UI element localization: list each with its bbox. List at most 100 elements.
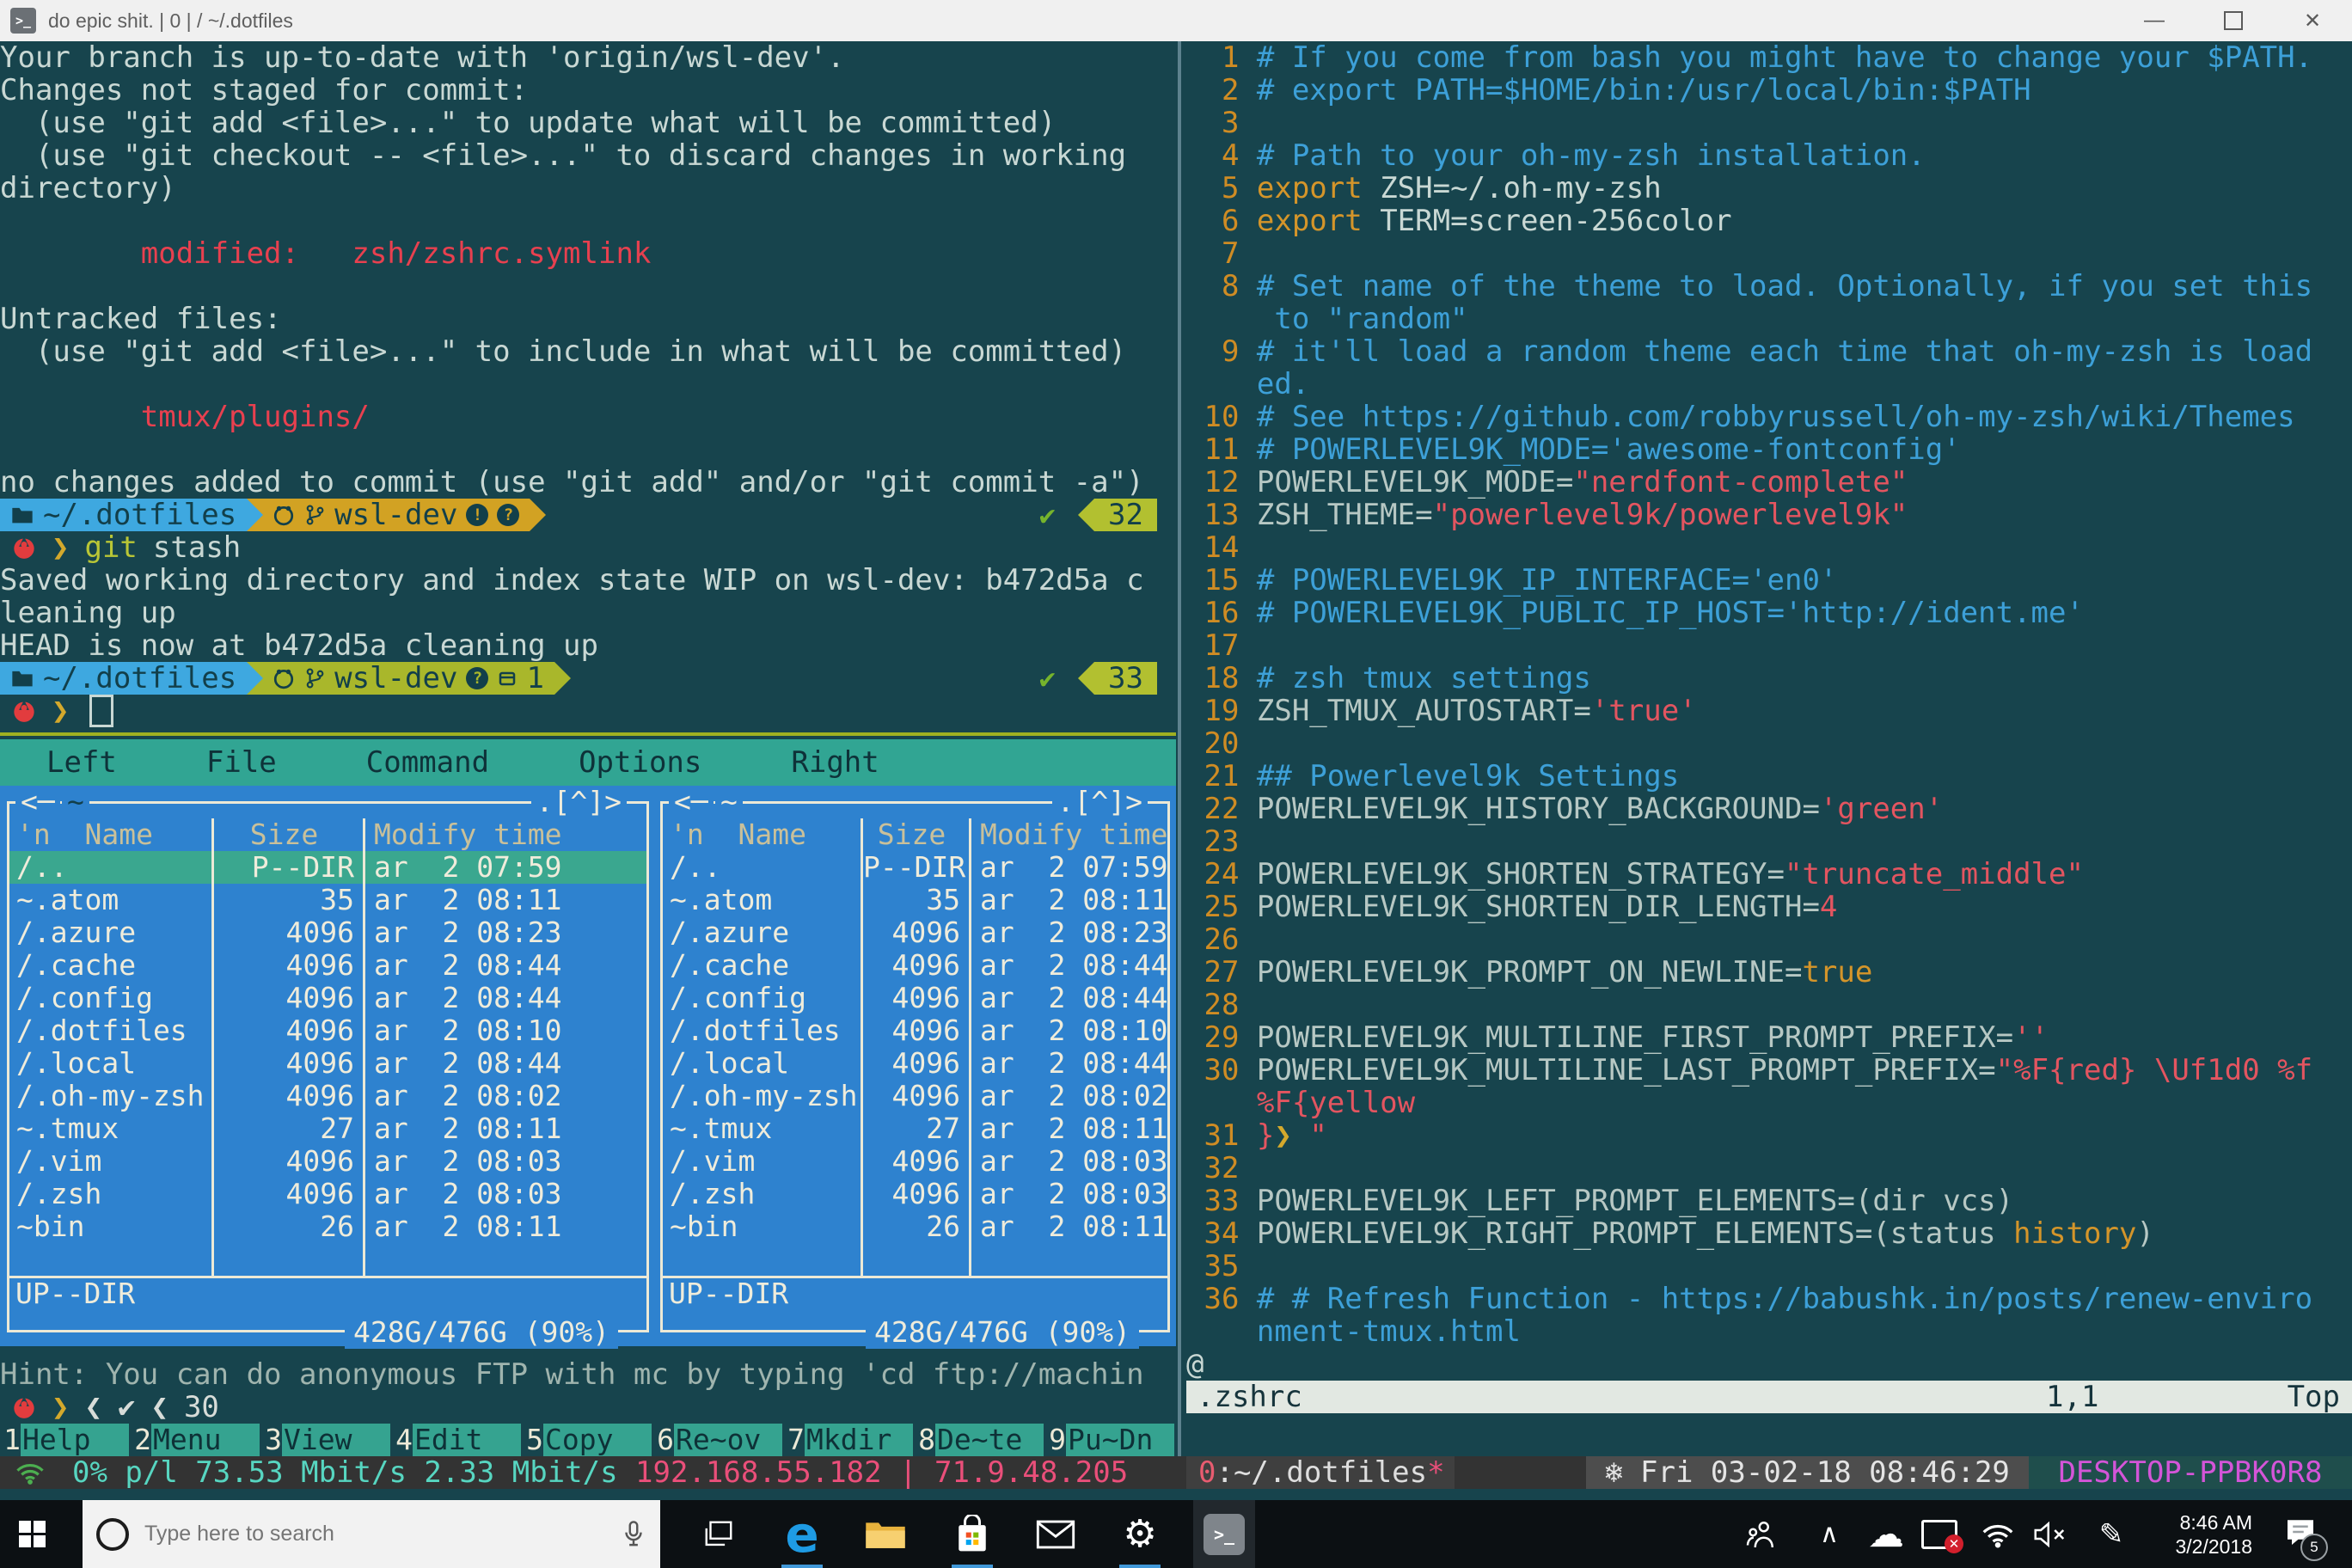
taskbar-search[interactable]: [83, 1500, 660, 1568]
close-button[interactable]: ✕: [2273, 0, 2352, 41]
mc-menu-item-options[interactable]: Options: [579, 745, 701, 780]
mc-fkey-help[interactable]: 1 Help: [0, 1424, 131, 1456]
desktop: >_ do epic shit. | 0 | / ~/.dotfiles — ✕…: [0, 0, 2352, 1568]
mc-file-row[interactable]: /.local 4096 ar 2 08:44: [9, 1047, 646, 1080]
mc-file-row[interactable]: ~bin 26 ar 2 08:11: [663, 1210, 1168, 1243]
taskbar-settings[interactable]: ⚙: [1109, 1500, 1171, 1568]
mc-file-row[interactable]: /.oh-my-zsh 4096 ar 2 08:02: [663, 1080, 1168, 1112]
terminal-window[interactable]: Your branch is up-to-date with 'origin/w…: [0, 41, 2352, 1500]
prompt-dir-segment: ~/.dotfiles: [0, 661, 248, 695]
tray-pen[interactable]: ✎: [2080, 1500, 2142, 1568]
vim-filename: .zshrc: [1197, 1380, 1302, 1414]
mc-file-row[interactable]: /.. P--DIR ar 2 07:59: [9, 851, 646, 884]
mc-menu-item-right[interactable]: Right: [791, 745, 879, 780]
mc-file-row[interactable]: [663, 1243, 1167, 1276]
running-indicator: [781, 1565, 823, 1568]
mc-left-panel[interactable]: <─ ~ .[^]> 'n Name Size Modify time /.. P…: [7, 786, 649, 1349]
microphone-icon[interactable]: [622, 1520, 645, 1549]
start-button[interactable]: [0, 1500, 64, 1568]
tmux-window-tab[interactable]: 0:~/.dotfiles*: [1186, 1456, 1455, 1489]
restore-button[interactable]: [2194, 0, 2273, 41]
action-center-button[interactable]: 5: [2269, 1500, 2331, 1568]
notification-badge: 5: [2300, 1534, 2328, 1561]
mc-menu-item-left[interactable]: Left: [46, 745, 117, 780]
mc-file-row[interactable]: /.zsh 4096 ar 2 08:03: [9, 1178, 646, 1210]
tmux-pane-border-horizontal[interactable]: [0, 732, 1176, 736]
terminal-icon: >_: [1204, 1513, 1245, 1555]
mc-column-headers[interactable]: 'n Name Size Modify time: [9, 818, 646, 851]
git-branch-icon: [306, 668, 324, 689]
mc-menu-item-command[interactable]: Command: [366, 745, 489, 780]
taskbar-mail[interactable]: [1025, 1500, 1087, 1568]
mc-file-row[interactable]: /.cache 4096 ar 2 08:44: [9, 949, 646, 982]
mc-fkey-menu[interactable]: 2 Menu: [131, 1424, 261, 1456]
mc-file-row[interactable]: /.azure 4096 ar 2 08:23: [663, 916, 1168, 949]
mc-file-row[interactable]: /.oh-my-zsh 4096 ar 2 08:02: [9, 1080, 646, 1112]
tray-display-error[interactable]: ✕: [1908, 1500, 1970, 1568]
mc-file-row[interactable]: [9, 1243, 646, 1276]
mc-file-row[interactable]: ~bin 26 ar 2 08:11: [9, 1210, 646, 1243]
mc-file-row[interactable]: /.dotfiles 4096 ar 2 08:10: [9, 1014, 646, 1047]
task-view-icon: [705, 1521, 732, 1546]
search-input[interactable]: [143, 1521, 622, 1547]
tray-volume-muted[interactable]: [2018, 1500, 2080, 1568]
mc-file-row[interactable]: /.zsh 4096 ar 2 08:03: [663, 1178, 1168, 1210]
mc-file-row[interactable]: /.azure 4096 ar 2 08:23: [9, 916, 646, 949]
taskbar-file-explorer[interactable]: [854, 1500, 916, 1568]
tray-chevron[interactable]: ∧: [1798, 1500, 1860, 1568]
github-icon: [274, 505, 294, 526]
mc-file-row[interactable]: /.dotfiles 4096 ar 2 08:10: [663, 1014, 1168, 1047]
mc-file-row[interactable]: ~.atom 35 ar 2 08:11: [663, 884, 1168, 916]
wifi-icon: [16, 1464, 44, 1485]
mc-column-headers[interactable]: 'n Name Size Modify time: [663, 818, 1168, 851]
mc-file-row[interactable]: ~.atom 35 ar 2 08:11: [9, 884, 646, 916]
mc-menu-item-file[interactable]: File: [206, 745, 277, 780]
prompt-arrow: ❯: [52, 530, 70, 565]
mc-panel-scroll-right[interactable]: .[^]>: [1051, 786, 1148, 818]
prompt-dir-segment: ~/.dotfiles: [0, 498, 248, 532]
minimize-button[interactable]: —: [2115, 0, 2194, 41]
mc-panel-scroll-right[interactable]: .[^]>: [530, 786, 627, 818]
mc-file-row[interactable]: ~.tmux 27 ar 2 08:11: [663, 1112, 1168, 1145]
mc-fkey-mkdir[interactable]: 7 Mkdir: [784, 1424, 915, 1456]
mc-fkey-de~te[interactable]: 8 De~te: [915, 1424, 1045, 1456]
terminal-app-icon: >_: [10, 8, 36, 34]
mc-fkey-edit[interactable]: 4 Edit: [392, 1424, 523, 1456]
mc-panel-scroll-left[interactable]: <─: [669, 786, 714, 818]
tmux-pane-border-vertical[interactable]: [1178, 41, 1181, 1489]
cortana-icon: [96, 1517, 129, 1551]
mc-selected-file-status: UP--DIR: [669, 1277, 789, 1310]
untracked-indicator: ?: [497, 504, 520, 526]
shell-prompt-line: ~/.dotfiles wsl-dev ? 1 ✔ 33: [0, 661, 1176, 695]
dirty-indicator: !: [466, 504, 489, 526]
edge-icon: e: [785, 1504, 819, 1564]
mc-fkey-re~ov[interactable]: 6 Re~ov: [653, 1424, 784, 1456]
tray-clock[interactable]: 8:46 AM 3/2/2018: [2175, 1500, 2252, 1568]
mc-panel-path[interactable]: ~: [715, 786, 743, 818]
taskbar-edge[interactable]: e: [771, 1500, 833, 1568]
mc-right-panel[interactable]: <─ ~ .[^]> 'n Name Size Modify time /.. P…: [660, 786, 1170, 1349]
mc-file-row[interactable]: /.config 4096 ar 2 08:44: [9, 982, 646, 1014]
vim-statusline: .zshrc 1,1 Top: [1186, 1381, 2352, 1413]
mc-file-row[interactable]: /.cache 4096 ar 2 08:44: [663, 949, 1168, 982]
mc-file-row[interactable]: /.. P--DIR ar 2 07:59: [663, 851, 1168, 884]
mc-file-row[interactable]: /.config 4096 ar 2 08:44: [663, 982, 1168, 1014]
cloud-icon: ☁: [1868, 1513, 1904, 1555]
task-view-button[interactable]: [688, 1500, 750, 1568]
rebel-icon: [14, 536, 34, 559]
mc-fkey-pu~dn[interactable]: 9 Pu~Dn: [1045, 1424, 1176, 1456]
mc-file-row[interactable]: ~.tmux 27 ar 2 08:11: [9, 1112, 646, 1145]
prompt-git-segment: wsl-dev ? 1: [247, 661, 554, 695]
mc-panel-path[interactable]: ~: [62, 786, 89, 818]
mc-file-row[interactable]: /.local 4096 ar 2 08:44: [663, 1047, 1168, 1080]
taskbar-store[interactable]: [941, 1500, 1003, 1568]
taskbar: e ⚙ >_ ∧ ☁ ✕: [0, 1500, 2352, 1568]
file-explorer-icon: [866, 1522, 905, 1548]
mc-file-row[interactable]: /.vim 4096 ar 2 08:03: [9, 1145, 646, 1178]
tray-people[interactable]: [1730, 1500, 1792, 1568]
taskbar-terminal-active[interactable]: >_: [1193, 1500, 1255, 1568]
mc-fkey-view[interactable]: 3 View: [261, 1424, 392, 1456]
mc-fkey-copy[interactable]: 5 Copy: [523, 1424, 653, 1456]
mc-file-row[interactable]: /.vim 4096 ar 2 08:03: [663, 1145, 1168, 1178]
mc-panel-scroll-left[interactable]: <─: [15, 786, 60, 818]
